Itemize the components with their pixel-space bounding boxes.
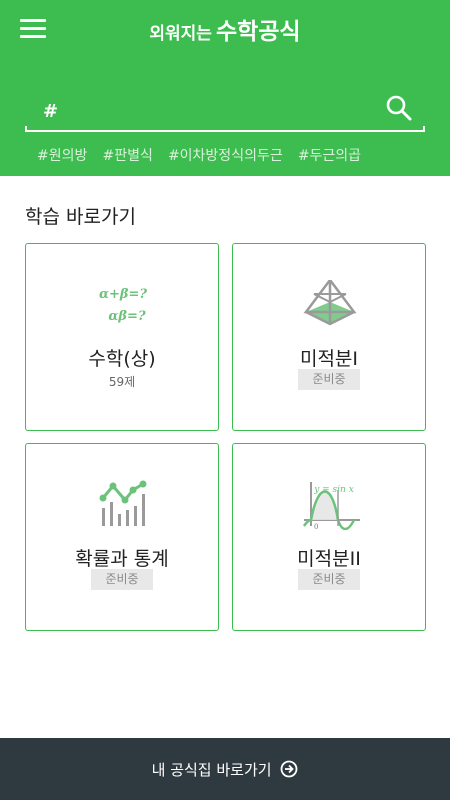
- search-icon[interactable]: [385, 94, 413, 122]
- logo-small-text: 외워지는: [149, 24, 212, 44]
- statistics-chart-icon: [99, 480, 147, 526]
- sine-graph-icon: y = sin x 0: [302, 482, 360, 530]
- app-header: 외워지는수학공식 #원의방 #판별식 #이차방정식의두근 #두근의곱: [0, 0, 450, 176]
- course-card-calculus-1[interactable]: 미적분I 준비중: [232, 243, 426, 431]
- search-underline: [25, 126, 425, 132]
- pyramid-icon: [303, 280, 357, 326]
- app-logo: 외워지는 수학공식: [0, 12, 450, 46]
- formula-icon: α+β=? αβ=?: [99, 287, 147, 324]
- hashtag-list: #원의방 #판별식 #이차방정식의두근 #두근의곱: [37, 145, 371, 165]
- hashtag-item[interactable]: #원의방: [37, 145, 87, 165]
- course-card-probability[interactable]: 확률과 통계 준비중: [25, 443, 219, 631]
- hashtag-item[interactable]: #판별식: [102, 145, 152, 165]
- hashtag-item[interactable]: #두근의곱: [298, 145, 361, 165]
- course-title: 미적분II: [297, 548, 361, 570]
- coming-soon-badge: 준비중: [298, 369, 360, 390]
- course-card-calculus-2[interactable]: y = sin x 0 미적분II 준비중: [232, 443, 426, 631]
- course-title: 확률과 통계: [75, 548, 169, 570]
- arrow-right-circle-icon: [280, 760, 298, 778]
- footer-label: 내 공식집 바로가기: [151, 761, 272, 779]
- svg-text:0: 0: [314, 523, 318, 530]
- svg-text:y = sin x: y = sin x: [313, 485, 354, 495]
- coming-soon-badge: 준비중: [298, 569, 360, 590]
- svg-text:αβ=?: αβ=?: [108, 309, 146, 324]
- footer-label-row: 내 공식집 바로가기: [0, 759, 450, 780]
- course-card-math-1[interactable]: α+β=? αβ=? 수학(상) 59제: [25, 243, 219, 431]
- svg-text:α+β=?: α+β=?: [99, 287, 147, 302]
- section-title: 학습 바로가기: [25, 206, 136, 228]
- course-title: 수학(상): [88, 348, 156, 370]
- problem-count: 59제: [108, 375, 136, 389]
- logo-big-text: 수학공식: [215, 19, 301, 45]
- hashtag-item[interactable]: #이차방정식의두근: [168, 145, 283, 165]
- search-input[interactable]: [43, 96, 363, 126]
- search-bar: [25, 88, 425, 138]
- course-title: 미적분I: [299, 348, 359, 370]
- my-formula-book-button[interactable]: 내 공식집 바로가기: [0, 738, 450, 800]
- coming-soon-badge: 준비중: [91, 569, 153, 590]
